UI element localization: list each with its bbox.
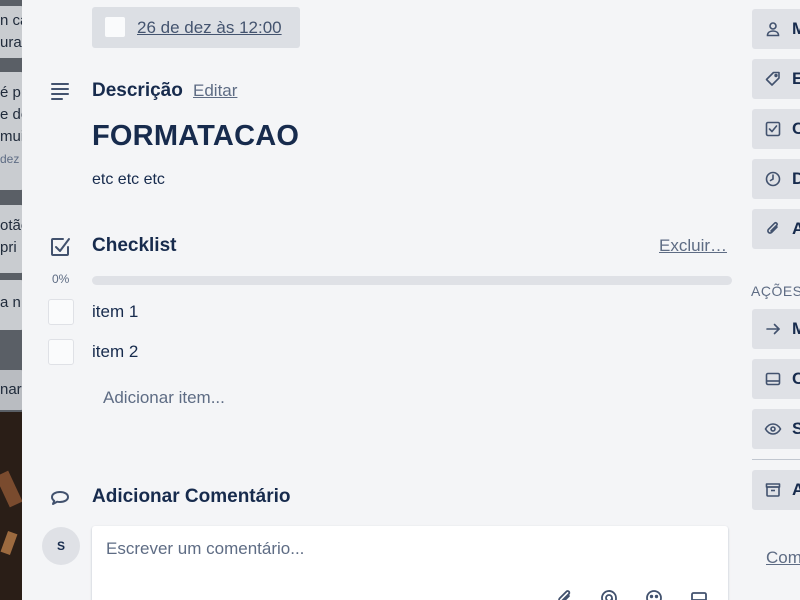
background-card-line: e do xyxy=(0,106,24,123)
background-card-line: n ca xyxy=(0,12,24,29)
sidebar-button-attachment[interactable]: A xyxy=(752,209,800,249)
background-card-line: mui xyxy=(0,128,24,145)
comment-input[interactable] xyxy=(106,539,706,559)
due-date-text[interactable]: 26 de dez às 12:00 xyxy=(137,18,282,38)
checkbox-icon xyxy=(764,120,782,138)
eye-icon xyxy=(764,420,782,438)
background-card-line: otão xyxy=(0,217,24,234)
checklist-icon xyxy=(48,235,72,259)
background-card[interactable]: a n xyxy=(0,280,24,330)
sidebar-button-archive[interactable]: A xyxy=(752,470,800,510)
background-card-cover-image xyxy=(0,412,24,600)
checklist-progress-percent: 0% xyxy=(52,272,70,286)
sidebar-button-labels[interactable]: E xyxy=(752,59,800,99)
delete-checklist-link[interactable]: Excluir… xyxy=(659,236,727,256)
sidebar-divider xyxy=(752,459,800,460)
sidebar-button-label: S xyxy=(792,419,800,438)
background-card-line: dez xyxy=(0,152,20,166)
background-card[interactable]: nar xyxy=(0,370,24,410)
sidebar-button-label: M xyxy=(792,19,800,38)
sidebar-button-due-date[interactable]: D xyxy=(752,159,800,199)
background-card[interactable]: é p e do mui dez xyxy=(0,72,24,190)
checklist-item-label[interactable]: item 1 xyxy=(92,302,138,322)
comment-box[interactable] xyxy=(92,526,728,600)
background-card-line: pri xyxy=(0,239,17,256)
card-icon xyxy=(764,370,782,388)
sidebar-button-label: C xyxy=(792,119,800,138)
paperclip-icon xyxy=(764,220,782,238)
background-card-line: é p xyxy=(0,84,21,101)
card-detail-modal: 26 de dez às 12:00 Descrição Editar FORM… xyxy=(22,0,800,600)
sidebar-button-members[interactable]: M xyxy=(752,9,800,49)
sidebar-button-label: A xyxy=(792,219,800,238)
sidebar-button-label: A xyxy=(792,480,800,499)
checklist-item-checkbox[interactable] xyxy=(48,299,74,325)
checklist-title[interactable]: Checklist xyxy=(92,235,176,257)
archive-icon xyxy=(764,481,782,499)
sidebar-button-label: E xyxy=(792,69,800,88)
description-body[interactable]: etc etc etc xyxy=(92,171,165,189)
avatar[interactable]: S xyxy=(42,527,80,565)
background-card-line: nar xyxy=(0,381,22,398)
person-icon xyxy=(764,20,782,38)
add-checklist-item-button[interactable]: Adicionar item... xyxy=(103,388,225,408)
clock-icon xyxy=(764,170,782,188)
sidebar-button-copy[interactable]: C xyxy=(752,359,800,399)
due-date-checkbox[interactable] xyxy=(105,17,125,37)
board-background: n ca ura é p e do mui dez otão pri a n n… xyxy=(0,0,24,600)
checklist-progress-bar xyxy=(92,276,732,285)
background-card-line: ura xyxy=(0,34,22,51)
sidebar-button-label: C xyxy=(792,369,800,388)
arrow-right-icon xyxy=(764,320,782,338)
due-date-chip[interactable]: 26 de dez às 12:00 xyxy=(92,7,300,48)
sidebar-button-label: D xyxy=(792,169,800,188)
tag-icon xyxy=(764,70,782,88)
checklist-item[interactable]: item 2 xyxy=(48,339,448,365)
share-link[interactable]: Com xyxy=(766,548,800,568)
background-card-line: a n xyxy=(0,294,21,311)
background-card[interactable]: otão pri xyxy=(0,205,24,273)
background-card[interactable]: n ca ura xyxy=(0,6,24,58)
description-icon xyxy=(48,79,72,103)
sidebar-button-watch[interactable]: S xyxy=(752,409,800,449)
description-title: Descrição xyxy=(92,80,183,101)
actions-heading: AÇÕES xyxy=(751,283,800,299)
sidebar-button-move[interactable]: M xyxy=(752,309,800,349)
sidebar-button-label: M xyxy=(792,319,800,338)
edit-description-link[interactable]: Editar xyxy=(193,81,237,101)
sidebar-button-checklist[interactable]: C xyxy=(752,109,800,149)
add-comment-title: Adicionar Comentário xyxy=(92,486,291,507)
description-heading[interactable]: FORMATACAO xyxy=(92,120,299,153)
checklist-item-label[interactable]: item 2 xyxy=(92,342,138,362)
paperclip-icon[interactable] xyxy=(555,588,575,600)
emoji-icon[interactable] xyxy=(644,588,664,600)
checklist-item[interactable]: item 1 xyxy=(48,299,448,325)
mention-icon[interactable] xyxy=(599,588,619,600)
comment-icon xyxy=(48,486,72,510)
card-icon[interactable] xyxy=(689,588,709,600)
checklist-item-checkbox[interactable] xyxy=(48,339,74,365)
